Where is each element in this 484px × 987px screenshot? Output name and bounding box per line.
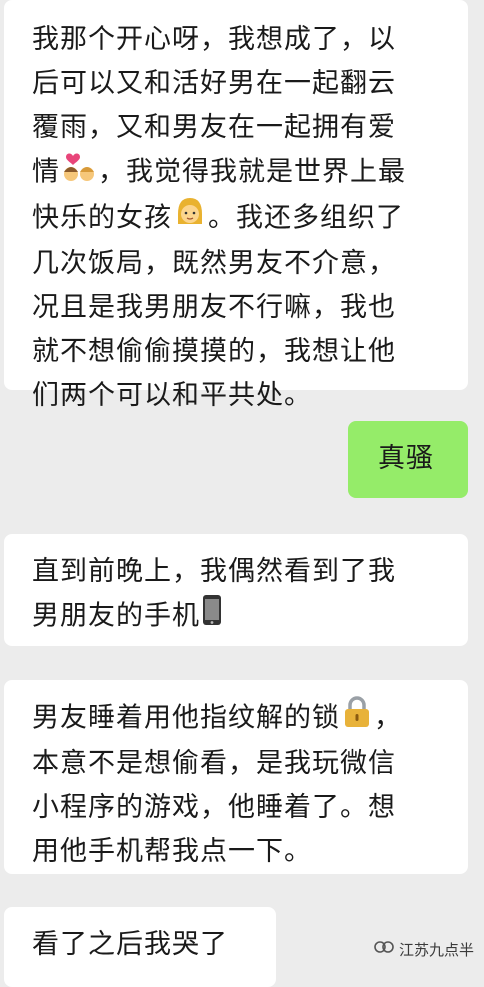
message-line: 后可以又和活好男在一起翻云 xyxy=(32,68,396,99)
message-text: 情 xyxy=(32,156,60,188)
message-text: 。我还多组织了 xyxy=(208,202,404,234)
lock-icon xyxy=(342,696,372,742)
message-bubble-1: 我那个开心呀，我想成了，以 后可以又和活好男在一起翻云 覆雨，又和男友在一起拥有… xyxy=(4,0,468,411)
message-line: 快乐的女孩 。我还多组织了 xyxy=(32,196,468,242)
message-text: ，我觉得我就是世界上最 xyxy=(98,156,406,188)
message-text: 快乐的女孩 xyxy=(32,202,172,234)
message-line: 男朋友的手机 xyxy=(32,594,468,640)
message-line: 覆雨，又和男友在一起拥有爱 xyxy=(32,112,396,143)
message-line: 况且是我男朋友不行嘛，我也 xyxy=(32,292,396,323)
message-line: 们两个可以和平共处。 xyxy=(32,380,312,411)
phone-icon xyxy=(202,594,222,640)
message-line: 真骚 xyxy=(378,443,434,474)
message-bubble-4: 男友睡着用他指纹解的锁 ， 本意不是想偷看，是我玩微信 小程序的游戏，他睡着了。… xyxy=(4,680,468,874)
message-line: 小程序的游戏，他睡着了。想 xyxy=(32,792,396,823)
message-line: 几次饭局，既然男友不介意， xyxy=(32,248,396,279)
message-bubble-2: 真骚 xyxy=(348,421,468,498)
girl-icon xyxy=(174,196,206,242)
message-line: 男友睡着用他指纹解的锁 ， xyxy=(32,696,468,742)
message-line: 我那个开心呀，我想成了，以 xyxy=(32,24,396,55)
message-line: 本意不是想偷看，是我玩微信 xyxy=(32,748,396,779)
message-line: 情 ，我觉得我就是世界上最 xyxy=(32,150,468,196)
message-text: 男朋友的手机 xyxy=(32,600,200,632)
watermark: 江苏九点半 xyxy=(373,938,474,960)
message-text: ， xyxy=(374,702,402,734)
message-bubble-5: 看了之后我哭了 xyxy=(4,907,276,987)
message-line: 就不想偷偷摸摸的，我想让他 xyxy=(32,336,396,367)
message-bubble-3: 直到前晚上，我偶然看到了我 男朋友的手机 xyxy=(4,534,468,646)
message-text: 男友睡着用他指纹解的锁 xyxy=(32,702,340,734)
kiss-icon xyxy=(62,150,96,196)
message-line: 看了之后我哭了 xyxy=(32,929,228,960)
wechat-official-account-icon xyxy=(373,938,395,960)
message-line: 用他手机帮我点一下。 xyxy=(32,836,312,867)
message-line: 直到前晚上，我偶然看到了我 xyxy=(32,556,396,587)
watermark-text: 江苏九点半 xyxy=(398,940,474,959)
